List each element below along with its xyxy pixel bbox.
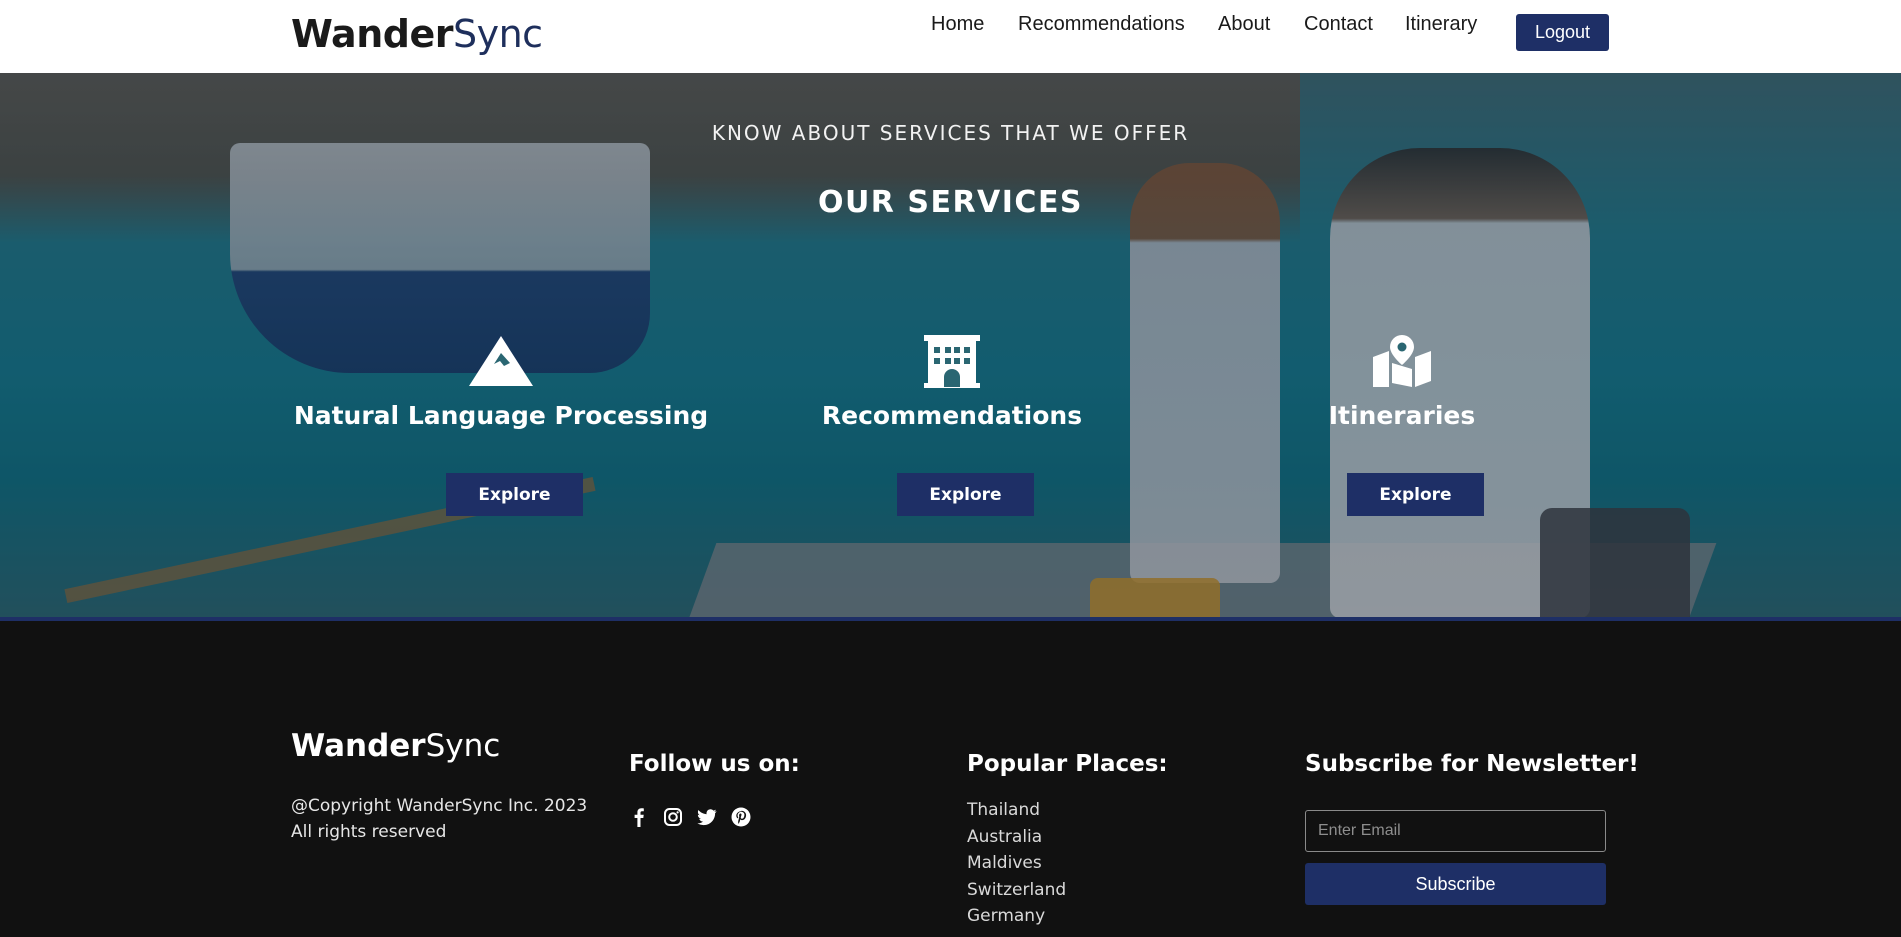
instagram-icon[interactable]: [663, 807, 683, 827]
service-card-nlp: Natural Language Processing Explore: [291, 333, 711, 516]
site-footer: WanderSync @Copyright WanderSync Inc. 20…: [0, 621, 1901, 937]
pinterest-icon[interactable]: [731, 807, 751, 827]
follow-heading: Follow us on:: [629, 751, 800, 777]
place-link-thailand[interactable]: Thailand: [967, 797, 1066, 824]
nav-contact[interactable]: Contact: [1304, 13, 1373, 36]
nav-about[interactable]: About: [1218, 13, 1270, 36]
explore-button-itineraries[interactable]: Explore: [1347, 473, 1484, 516]
subscribe-button[interactable]: Subscribe: [1305, 863, 1606, 905]
footer-copyright: @Copyright WanderSync Inc. 2023 All righ…: [291, 793, 587, 845]
service-card-recommendations: Recommendations Explore: [742, 333, 1162, 516]
newsletter-email-input[interactable]: [1305, 810, 1606, 852]
hotel-building-icon: [924, 335, 980, 388]
explore-button-nlp[interactable]: Explore: [446, 473, 583, 516]
social-links: [629, 807, 751, 827]
services-hero: KNOW ABOUT SERVICES THAT WE OFFER OUR SE…: [0, 73, 1901, 618]
place-link-germany[interactable]: Germany: [967, 903, 1066, 930]
mountain-icon: [469, 336, 533, 386]
hero-title: OUR SERVICES: [817, 185, 1084, 220]
site-header: WanderSync Home Recommendations About Co…: [0, 0, 1901, 73]
place-link-maldives[interactable]: Maldives: [967, 850, 1066, 877]
service-title-nlp: Natural Language Processing: [293, 401, 709, 430]
map-pin-icon: [1373, 335, 1431, 387]
nav-home[interactable]: Home: [931, 13, 984, 36]
newsletter-heading: Subscribe for Newsletter!: [1305, 751, 1639, 777]
rights-line: All rights reserved: [291, 822, 447, 842]
service-title-recommendations: Recommendations: [821, 401, 1083, 430]
places-list: Thailand Australia Maldives Switzerland …: [967, 797, 1066, 930]
facebook-icon[interactable]: [629, 807, 649, 827]
footer-logo-bold: Wander: [291, 728, 426, 764]
footer-logo[interactable]: WanderSync: [291, 728, 500, 764]
logout-button[interactable]: Logout: [1516, 14, 1609, 51]
service-title-itineraries: Itineraries: [1328, 401, 1476, 430]
nav-itinerary[interactable]: Itinerary: [1405, 13, 1477, 36]
places-heading: Popular Places:: [967, 751, 1168, 777]
footer-logo-light: Sync: [425, 728, 501, 764]
nav-recommendations[interactable]: Recommendations: [1018, 13, 1185, 36]
place-link-switzerland[interactable]: Switzerland: [967, 877, 1066, 904]
explore-button-recommendations[interactable]: Explore: [897, 473, 1034, 516]
service-card-itineraries: Itineraries Explore: [1192, 333, 1612, 516]
twitter-icon[interactable]: [697, 807, 717, 827]
copyright-line: @Copyright WanderSync Inc. 2023: [291, 796, 588, 816]
main-nav: Home Recommendations About Contact Itine…: [0, 0, 1901, 73]
hero-subtitle: KNOW ABOUT SERVICES THAT WE OFFER: [711, 121, 1190, 145]
place-link-australia[interactable]: Australia: [967, 824, 1066, 851]
